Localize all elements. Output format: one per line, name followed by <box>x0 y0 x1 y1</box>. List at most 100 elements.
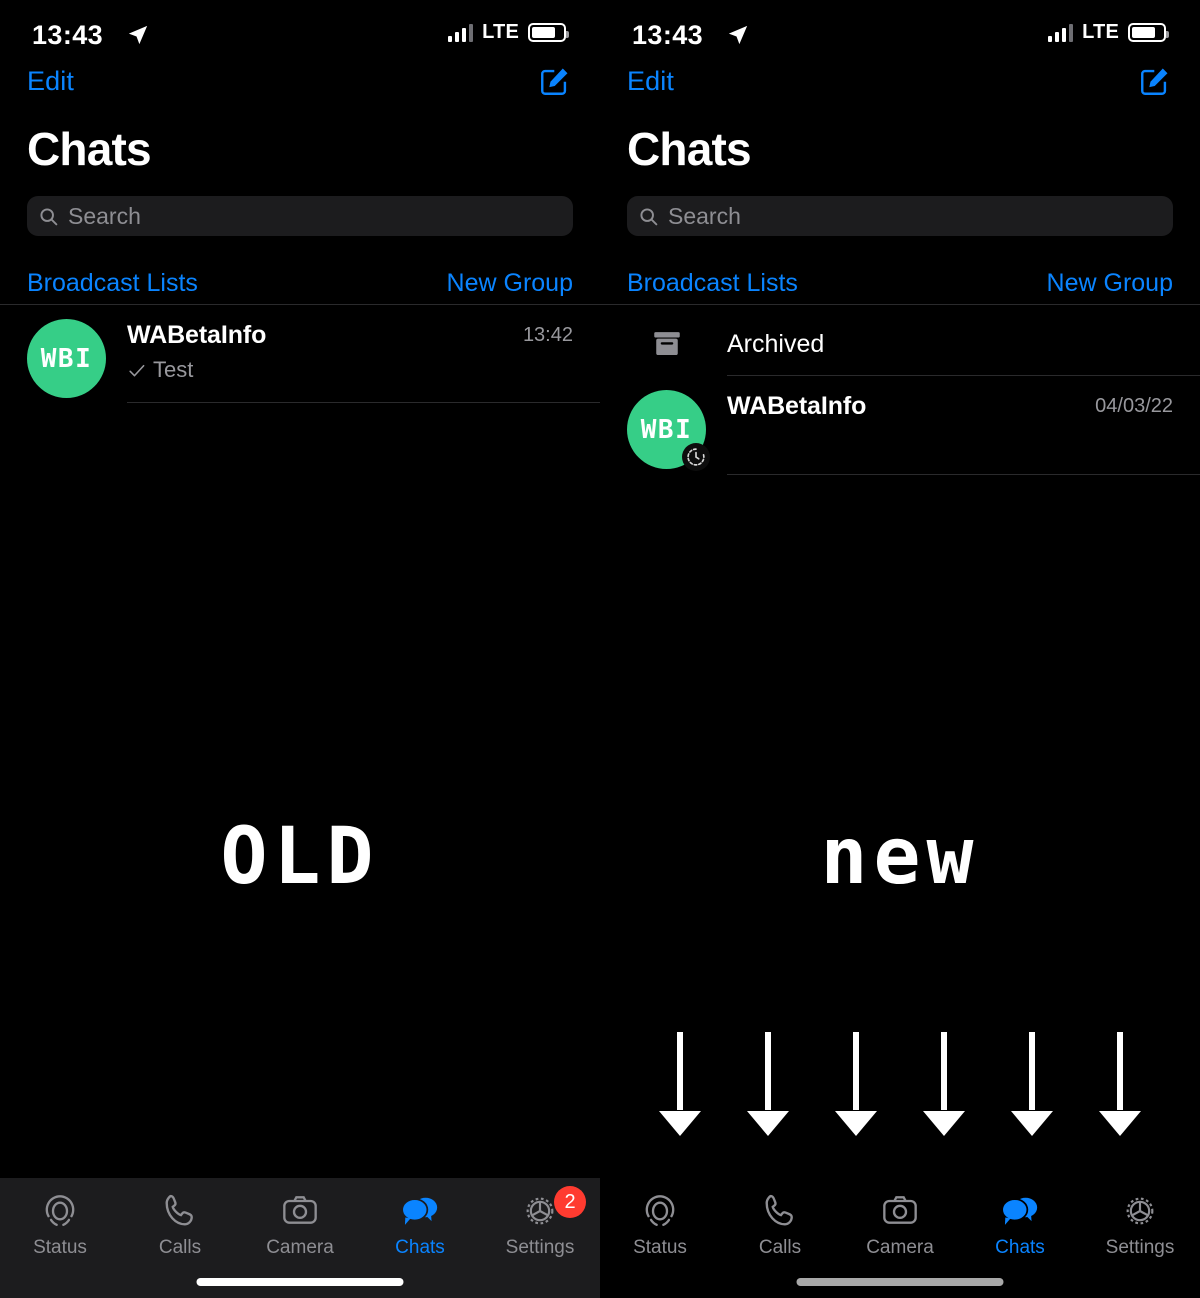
tab-bar: Status Calls Camera Chats <box>600 1178 1200 1298</box>
list-actions: Broadcast Lists New Group <box>0 262 600 304</box>
divider <box>127 402 600 403</box>
page-title: Chats <box>27 123 152 175</box>
nav-bar: Edit <box>0 62 600 120</box>
down-arrow-icon <box>1099 1032 1141 1136</box>
new-group-button[interactable]: New Group <box>1047 269 1173 298</box>
avatar-wrapper: WBI <box>27 319 106 398</box>
down-arrow-icon <box>659 1032 701 1136</box>
tab-settings[interactable]: Settings <box>1080 1190 1200 1259</box>
status-rings-icon <box>40 1190 80 1232</box>
table-row[interactable]: WBI WABetaInfo 04/03/22 <box>600 376 1200 475</box>
tab-status[interactable]: Status <box>600 1190 720 1259</box>
tab-camera[interactable]: Camera <box>240 1190 360 1259</box>
archive-icon-wrapper <box>627 327 706 361</box>
archived-row[interactable]: Archived <box>600 313 1200 375</box>
chat-timestamp: 04/03/22 <box>1095 395 1173 417</box>
comparison-label-old: OLD <box>220 812 380 902</box>
network-label: LTE <box>1082 21 1119 43</box>
status-bar-indicators: LTE <box>1047 21 1169 44</box>
search-icon <box>640 207 658 225</box>
camera-icon <box>880 1190 920 1232</box>
tab-label: Calls <box>758 1237 802 1258</box>
battery-icon <box>1128 23 1169 42</box>
avatar-wrapper: WBI <box>627 390 710 471</box>
search-input[interactable]: Search <box>27 196 573 236</box>
row-body: WABetaInfo Test 13:42 <box>127 319 600 403</box>
phone-icon <box>161 1190 199 1232</box>
nav-bar: Edit <box>600 62 1200 120</box>
compose-icon[interactable] <box>538 64 572 98</box>
archive-box-icon <box>653 332 680 356</box>
phone-screen-old: 13:43 LTE Edit Chats Search Broadcast Li… <box>0 0 600 1298</box>
tab-label: Camera <box>866 1237 934 1258</box>
tab-label: Settings <box>1105 1237 1175 1258</box>
battery-icon <box>528 23 569 42</box>
camera-icon <box>280 1190 320 1232</box>
archived-label: Archived <box>727 329 825 358</box>
down-arrow-icon <box>923 1032 965 1136</box>
down-arrow-icon <box>747 1032 789 1136</box>
tab-chats[interactable]: Chats <box>960 1190 1080 1259</box>
page-title: Chats <box>627 123 752 175</box>
table-row[interactable]: WBI WABetaInfo Test 13:42 <box>0 305 600 403</box>
tab-label: Status <box>33 1237 87 1258</box>
comparison-label-new: new <box>820 812 980 902</box>
search-input[interactable]: Search <box>627 196 1173 236</box>
network-label: LTE <box>482 21 519 43</box>
phone-icon <box>761 1190 799 1232</box>
cellular-bars-icon <box>1047 23 1074 42</box>
tab-label: Chats <box>395 1237 445 1258</box>
gear-icon <box>1120 1190 1160 1232</box>
avatar: WBI <box>627 390 710 471</box>
down-arrow-icon <box>1011 1032 1053 1136</box>
broadcast-lists-button[interactable]: Broadcast Lists <box>627 269 798 298</box>
list-actions: Broadcast Lists New Group <box>600 262 1200 304</box>
location-arrow-icon <box>128 25 148 45</box>
search-placeholder: Search <box>68 202 141 229</box>
cellular-bars-icon <box>447 23 474 42</box>
tab-status[interactable]: Status <box>0 1190 120 1259</box>
status-bar-time: 13:43 <box>632 20 704 50</box>
chat-timestamp: 13:42 <box>522 324 573 346</box>
home-indicator <box>796 1278 1004 1286</box>
tab-camera[interactable]: Camera <box>840 1190 960 1259</box>
chat-list: Archived WBI WABetaInfo 04/03/22 <box>600 313 1200 475</box>
status-bar: 13:43 LTE <box>600 0 1200 62</box>
edit-button[interactable]: Edit <box>627 66 674 97</box>
divider <box>727 474 1200 475</box>
chat-preview: Test <box>127 357 600 383</box>
chat-list: WBI WABetaInfo Test 13:42 <box>0 305 600 403</box>
search-placeholder: Search <box>668 202 741 229</box>
phone-screen-new: 13:43 LTE Edit Chats Search Broadcast Li… <box>600 0 1200 1298</box>
edit-button[interactable]: Edit <box>27 66 74 97</box>
tab-calls[interactable]: Calls <box>720 1190 840 1259</box>
new-group-button[interactable]: New Group <box>447 269 573 298</box>
chat-preview-text: Test <box>153 357 194 382</box>
status-rings-icon <box>640 1190 680 1232</box>
down-arrow-icon <box>835 1032 877 1136</box>
row-body: WABetaInfo 04/03/22 <box>727 390 1200 475</box>
chat-bubbles-icon <box>399 1190 441 1232</box>
avatar: WBI <box>27 319 106 398</box>
tab-bar: Status Calls Camera Chats <box>0 1178 600 1298</box>
avatar-initials: WBI <box>640 414 693 445</box>
avatar-initials: WBI <box>40 343 93 374</box>
home-indicator <box>196 1278 404 1286</box>
search-icon <box>40 207 58 225</box>
broadcast-lists-button[interactable]: Broadcast Lists <box>27 269 198 298</box>
status-bar-time: 13:43 <box>32 20 104 50</box>
tab-calls[interactable]: Calls <box>120 1190 240 1259</box>
tab-label: Settings <box>505 1237 575 1258</box>
tab-label: Status <box>633 1237 687 1258</box>
compose-icon[interactable] <box>1138 64 1172 98</box>
disappearing-messages-timer-icon <box>682 443 710 471</box>
tab-label: Chats <box>995 1237 1045 1258</box>
divider <box>600 304 1200 305</box>
down-arrow-group <box>600 1032 1200 1142</box>
tab-label: Camera <box>266 1237 334 1258</box>
status-badge: 2 <box>554 1186 586 1218</box>
chat-bubbles-icon <box>999 1190 1041 1232</box>
tab-chats[interactable]: Chats <box>360 1190 480 1259</box>
tab-settings[interactable]: Settings 2 <box>480 1186 600 1259</box>
tab-label: Calls <box>158 1237 202 1258</box>
